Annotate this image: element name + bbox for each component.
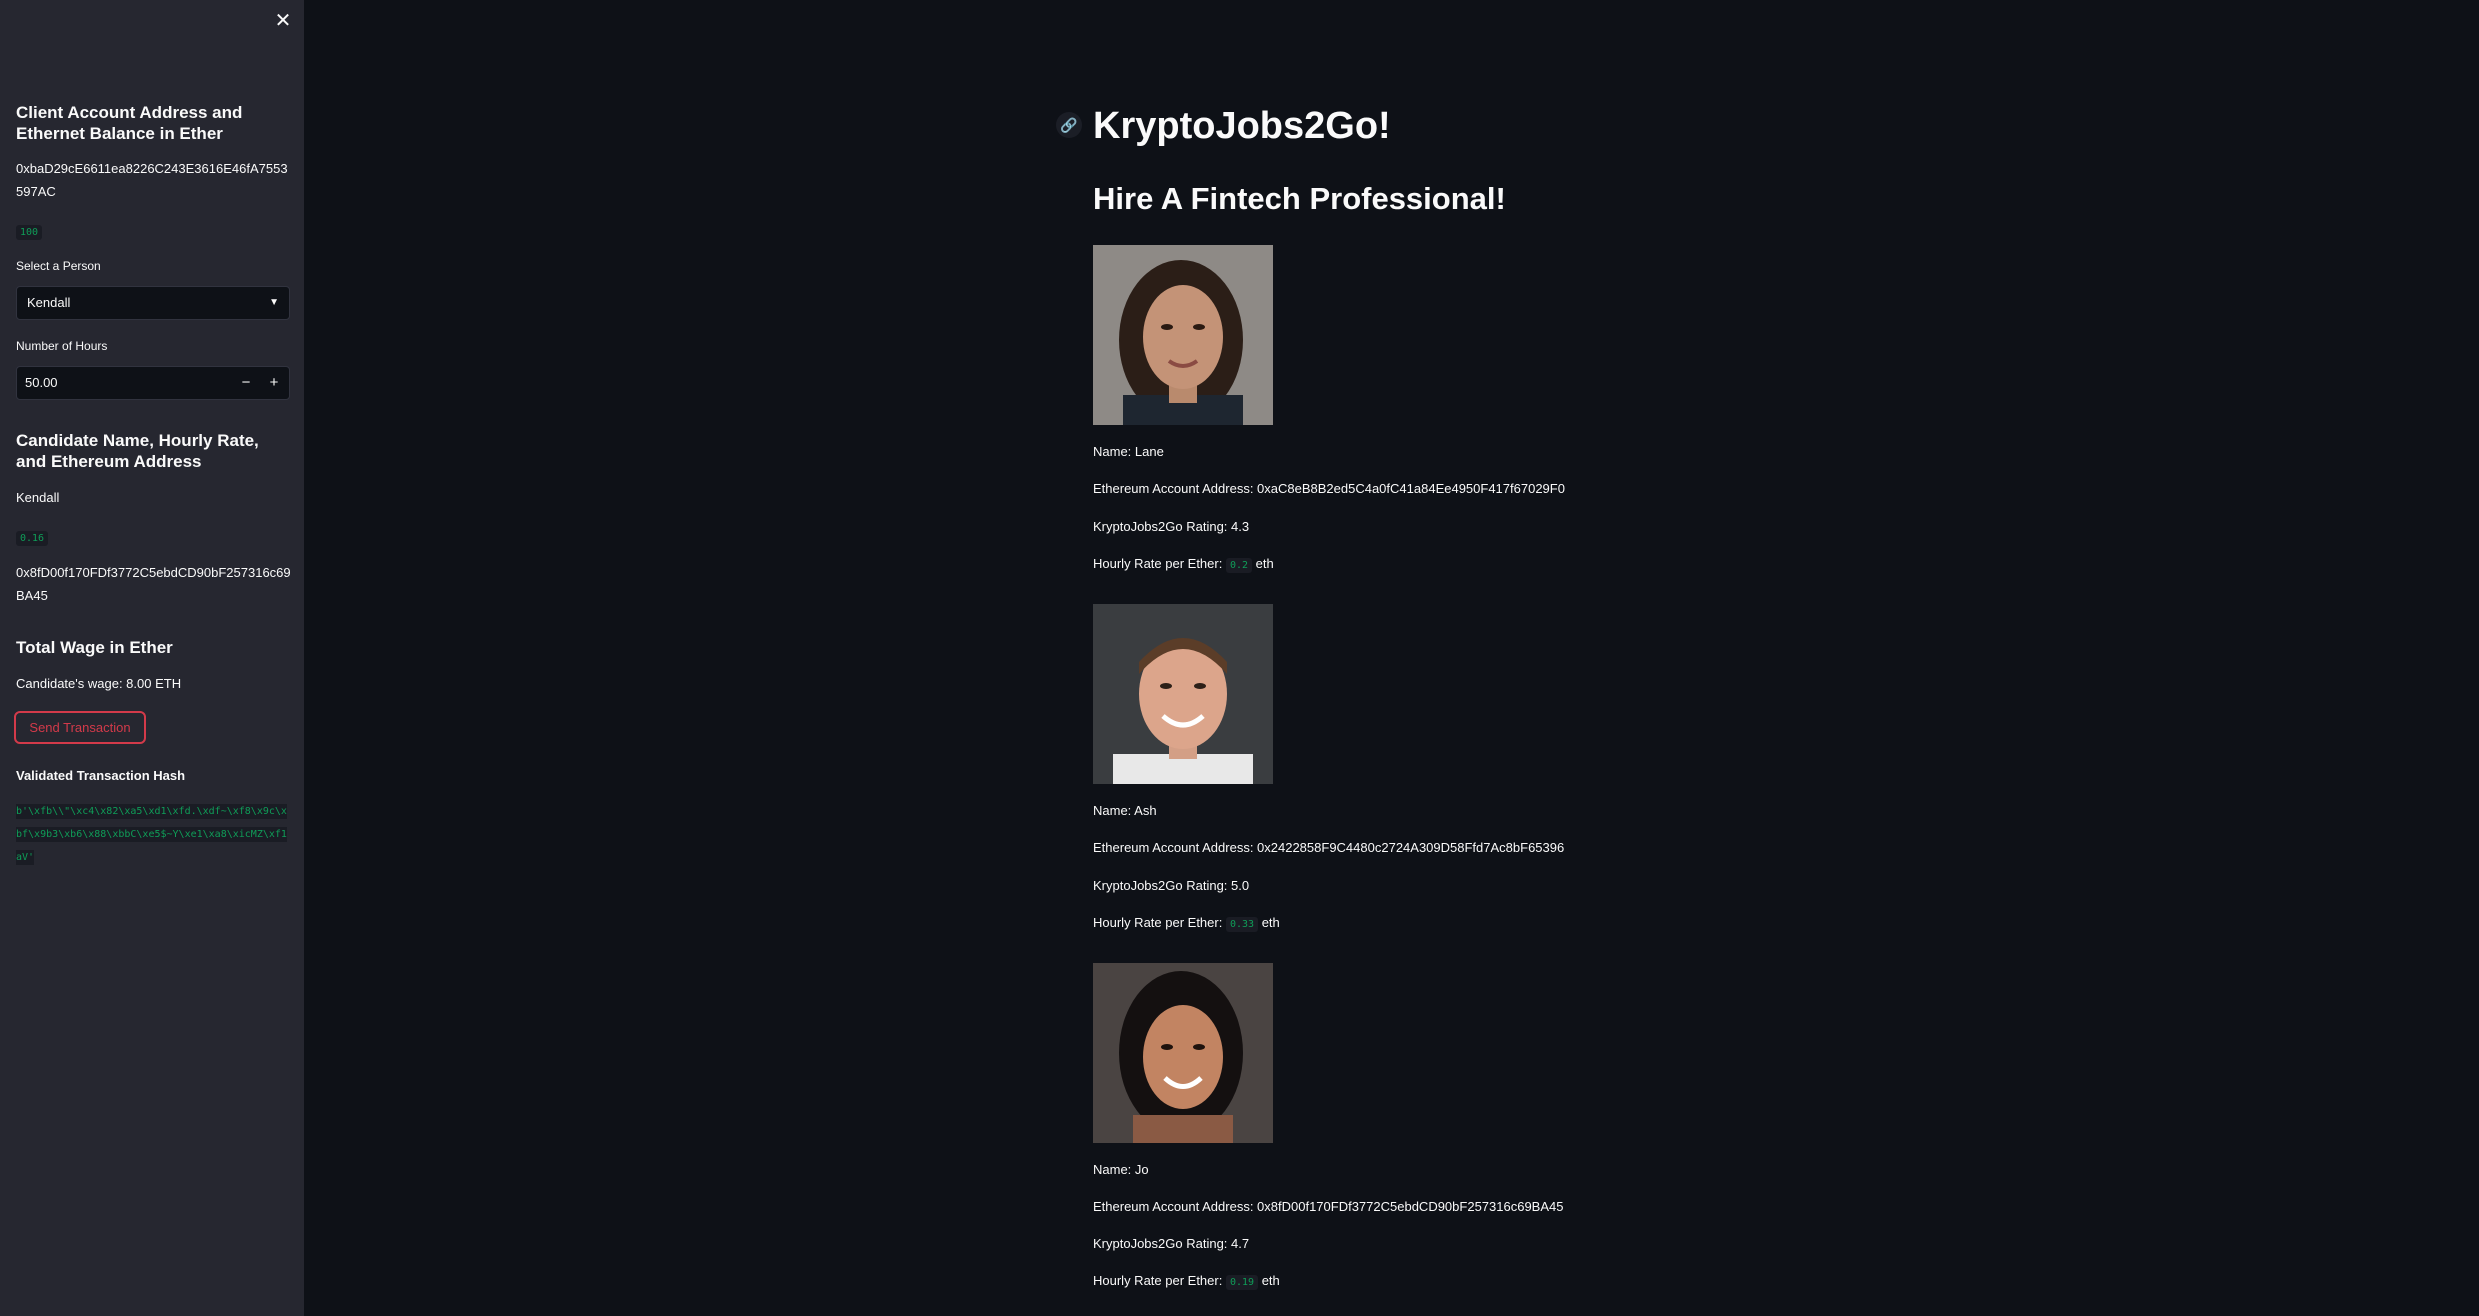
account-header: Client Account Address and Ethernet Bala… bbox=[16, 103, 243, 143]
candidate-rate-row-jo: Hourly Rate per Ether: 0.19 eth bbox=[1093, 1273, 1280, 1290]
decrement-button[interactable]: − bbox=[233, 367, 259, 399]
candidate-address-jo: Ethereum Account Address: 0x8fD00f170FDf… bbox=[1093, 1199, 1564, 1214]
chevron-down-icon: ▼ bbox=[269, 297, 279, 308]
candidate-rating-jo: KryptoJobs2Go Rating: 4.7 bbox=[1093, 1236, 1250, 1251]
candidate-address: 0x8fD00f170FDf3772C5ebdCD90bF257316c69BA… bbox=[16, 565, 291, 603]
increment-button[interactable]: + bbox=[261, 367, 287, 399]
candidate-address-lane: Ethereum Account Address: 0xaC8eB8B2ed5C… bbox=[1093, 481, 1565, 496]
candidate-photo-jo bbox=[1093, 963, 1273, 1143]
wage-text: Candidate's wage: 8.00 ETH bbox=[16, 676, 182, 691]
wage-header: Total Wage in Ether bbox=[16, 638, 173, 657]
person-select[interactable]: Kendall ▼ bbox=[16, 286, 290, 320]
candidate-name-lane: Name: Lane bbox=[1093, 444, 1164, 459]
candidate-photo-lane bbox=[1093, 245, 1273, 425]
send-transaction-button[interactable]: Send Transaction bbox=[14, 711, 146, 744]
rate-value: 0.33 bbox=[1225, 917, 1259, 932]
transaction-hash: b'\xfb\\"\xc4\x82\xa5\xd1\xfd.\xdf~\xf8\… bbox=[16, 804, 287, 865]
hours-label: Number of Hours bbox=[16, 339, 108, 353]
candidate-rating-ash: KryptoJobs2Go Rating: 5.0 bbox=[1093, 878, 1250, 893]
candidate-header: Candidate Name, Hourly Rate, and Ethereu… bbox=[16, 431, 259, 471]
hash-header: Validated Transaction Hash bbox=[16, 768, 186, 783]
page-title: KryptoJobs2Go! bbox=[1093, 105, 1391, 147]
candidate-name: Kendall bbox=[16, 490, 60, 505]
close-icon[interactable]: ✕ bbox=[272, 10, 294, 32]
candidate-rate-row-lane: Hourly Rate per Ether: 0.2 eth bbox=[1093, 556, 1274, 573]
page-subtitle: Hire A Fintech Professional! bbox=[1093, 181, 1506, 216]
candidate-rate: 0.16 bbox=[16, 531, 49, 546]
select-person-label: Select a Person bbox=[16, 259, 101, 273]
hours-value[interactable]: 50.00 bbox=[25, 367, 58, 399]
candidate-name-ash: Name: Ash bbox=[1093, 803, 1157, 818]
sidebar: ✕ Client Account Address and Ethernet Ba… bbox=[0, 0, 304, 1316]
candidate-address-ash: Ethereum Account Address: 0x2422858F9C44… bbox=[1093, 840, 1565, 855]
candidate-rating-lane: KryptoJobs2Go Rating: 4.3 bbox=[1093, 519, 1250, 534]
link-icon[interactable]: 🔗 bbox=[1056, 112, 1082, 138]
account-address: 0xbaD29cE6611ea8226C243E3616E46fA7553597… bbox=[16, 161, 288, 199]
candidate-photo-ash bbox=[1093, 604, 1273, 784]
main-content: 🔗 KryptoJobs2Go! Hire A Fintech Professi… bbox=[304, 0, 2479, 1316]
rate-value: 0.2 bbox=[1225, 558, 1253, 573]
selected-person: Kendall bbox=[27, 295, 71, 310]
rate-value: 0.19 bbox=[1225, 1275, 1259, 1290]
hours-input[interactable]: 50.00 − + bbox=[16, 366, 290, 400]
candidate-rate-row-ash: Hourly Rate per Ether: 0.33 eth bbox=[1093, 915, 1280, 932]
candidate-name-jo: Name: Jo bbox=[1093, 1162, 1149, 1177]
balance-value: 100 bbox=[16, 225, 43, 240]
